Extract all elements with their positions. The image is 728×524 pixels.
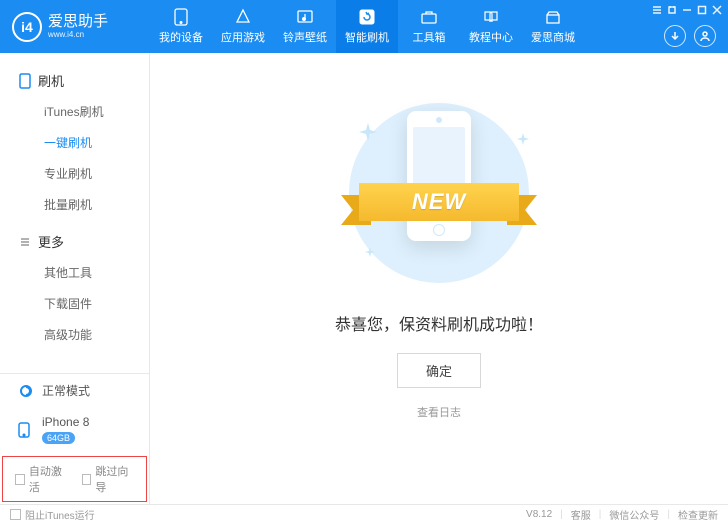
nav-flash[interactable]: 智能刷机 (336, 0, 398, 53)
download-icon[interactable] (664, 25, 686, 47)
sidebar-item-oneclick-flash[interactable]: 一键刷机 (0, 127, 149, 158)
header-circle-buttons (664, 25, 716, 47)
top-nav: 我的设备 应用游戏 铃声壁纸 智能刷机 工具箱 教程中心 爱思商城 (150, 0, 584, 53)
status-bar: 阻止iTunes运行 V8.12 | 客服 | 微信公众号 | 检查更新 (0, 504, 728, 524)
skip-guide-checkbox[interactable]: 跳过向导 (82, 463, 135, 495)
note-icon (296, 8, 314, 26)
mode-icon (18, 383, 34, 399)
refresh-icon (358, 8, 376, 26)
toolbox-icon (420, 8, 438, 26)
minimize-icon[interactable] (681, 4, 692, 15)
version-label: V8.12 (526, 509, 552, 520)
logo-icon: i4 (12, 12, 42, 42)
confirm-button[interactable]: 确定 (397, 353, 481, 388)
nav-tutorial[interactable]: 教程中心 (460, 0, 522, 53)
close-icon[interactable] (711, 4, 722, 15)
skin-icon[interactable] (666, 4, 677, 15)
main-content: NEW 恭喜您，保资料刷机成功啦！ 确定 查看日志 (150, 53, 728, 504)
block-itunes-checkbox[interactable]: 阻止iTunes运行 (10, 507, 95, 522)
device-icon (18, 73, 32, 89)
window-controls (651, 4, 722, 15)
highlighted-options: 自动激活 跳过向导 (2, 456, 147, 502)
sidebar: 刷机 iTunes刷机 一键刷机 专业刷机 批量刷机 更多 其他工具 下载固件 … (0, 53, 150, 504)
store-icon (544, 8, 562, 26)
view-log-link[interactable]: 查看日志 (417, 404, 461, 420)
sidebar-group-flash[interactable]: 刷机 (0, 65, 149, 96)
support-link[interactable]: 客服 (571, 507, 591, 522)
sidebar-item-batch-flash[interactable]: 批量刷机 (0, 189, 149, 220)
device-mode[interactable]: 正常模式 (0, 374, 149, 407)
nav-tools[interactable]: 工具箱 (398, 0, 460, 53)
update-link[interactable]: 检查更新 (678, 507, 718, 522)
app-title: 爱思助手 (48, 14, 108, 29)
nav-store[interactable]: 爱思商城 (522, 0, 584, 53)
logo-block: i4 爱思助手 www.i4.cn (0, 12, 150, 42)
sidebar-group-more[interactable]: 更多 (0, 226, 149, 257)
sidebar-item-other-tools[interactable]: 其他工具 (0, 257, 149, 288)
checkbox-icon (10, 509, 21, 520)
app-header: i4 爱思助手 www.i4.cn 我的设备 应用游戏 铃声壁纸 智能刷机 工具… (0, 0, 728, 53)
book-icon (482, 8, 500, 26)
nav-my-device[interactable]: 我的设备 (150, 0, 212, 53)
new-ribbon: NEW (341, 183, 537, 237)
collapse-icon (18, 236, 32, 248)
checkbox-icon (15, 474, 25, 485)
storage-badge: 64GB (42, 432, 75, 444)
sidebar-item-itunes-flash[interactable]: iTunes刷机 (0, 96, 149, 127)
success-message: 恭喜您，保资料刷机成功啦！ (335, 311, 543, 335)
device-name: iPhone 8 (42, 415, 89, 429)
maximize-icon[interactable] (696, 4, 707, 15)
nav-ringtone[interactable]: 铃声壁纸 (274, 0, 336, 53)
app-url: www.i4.cn (48, 30, 108, 39)
sidebar-item-advanced[interactable]: 高级功能 (0, 319, 149, 350)
device-info[interactable]: iPhone 8 64GB (0, 407, 149, 454)
sidebar-item-download-fw[interactable]: 下载固件 (0, 288, 149, 319)
success-illustration: NEW (329, 93, 549, 293)
user-icon[interactable] (694, 25, 716, 47)
menu-icon[interactable] (651, 4, 662, 15)
apps-icon (234, 8, 252, 26)
wechat-link[interactable]: 微信公众号 (609, 507, 659, 522)
phone-icon (172, 8, 190, 26)
nav-apps[interactable]: 应用游戏 (212, 0, 274, 53)
auto-activate-checkbox[interactable]: 自动激活 (15, 463, 68, 495)
sidebar-item-pro-flash[interactable]: 专业刷机 (0, 158, 149, 189)
checkbox-icon (82, 474, 92, 485)
iphone-icon (18, 422, 34, 438)
